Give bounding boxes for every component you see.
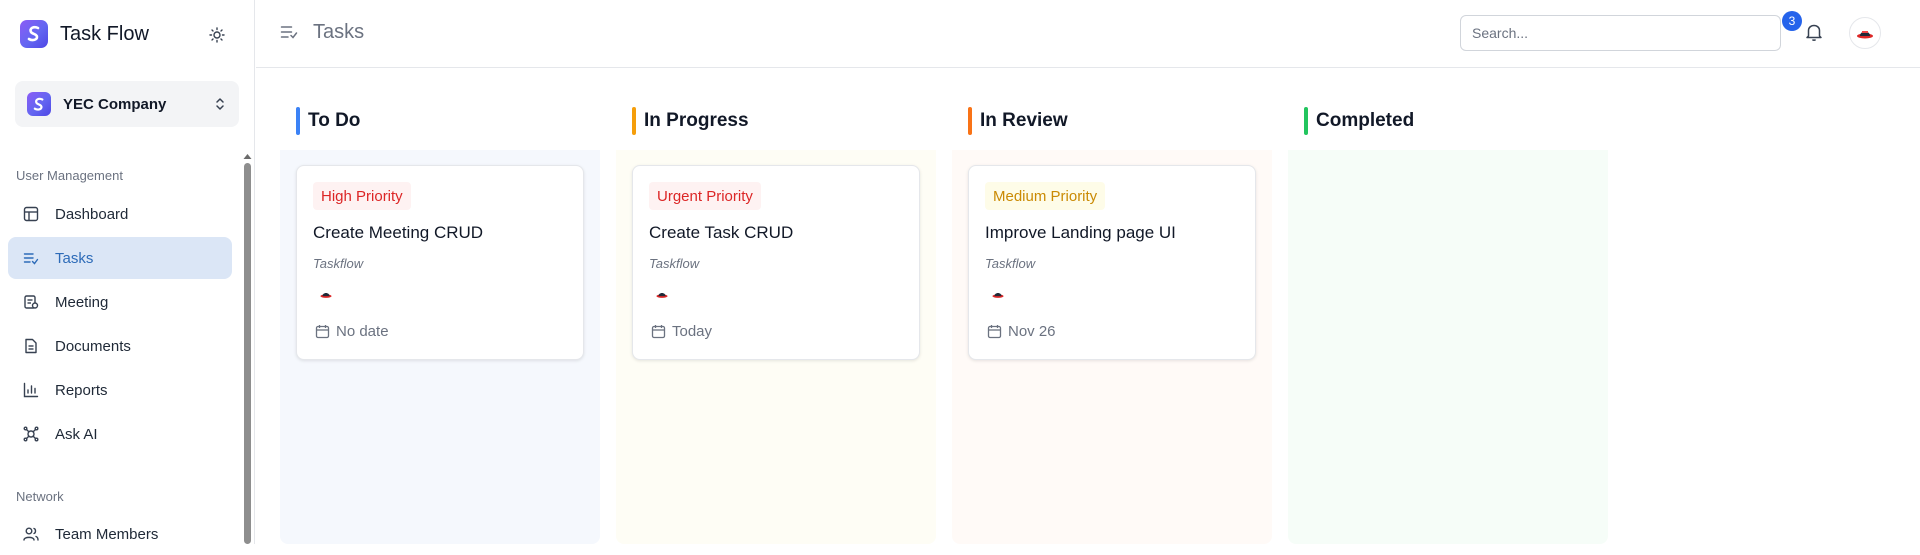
- task-project: Taskflow: [985, 256, 1036, 271]
- due-date-text: No date: [336, 323, 389, 340]
- sidebar-item-label: Dashboard: [55, 205, 129, 223]
- sidebar: Task Flow YEC Company User Management Da…: [0, 0, 255, 544]
- due-date-text: Nov 26: [1008, 323, 1056, 340]
- sidebar-item-label: Tasks: [55, 249, 94, 267]
- brand[interactable]: Task Flow: [20, 20, 149, 48]
- app-name: Task Flow: [60, 22, 149, 45]
- sidebar-item-dashboard[interactable]: Dashboard: [8, 193, 232, 235]
- assignee-avatar[interactable]: [653, 285, 671, 303]
- column-header: Completed: [1304, 107, 1414, 135]
- theme-toggle-sun-icon[interactable]: [206, 24, 228, 46]
- sidebar-item-label: Reports: [55, 381, 108, 399]
- top-header: Tasks 3: [256, 0, 1920, 68]
- dashboard-icon: [21, 204, 41, 224]
- priority-badge: Urgent Priority: [649, 182, 761, 210]
- sidebar-item-label: Team Members: [55, 525, 159, 543]
- sidebar-item-reports[interactable]: Reports: [8, 369, 232, 411]
- sidebar-scrollbar-thumb[interactable]: [244, 163, 251, 544]
- column-header: In Review: [968, 107, 1068, 135]
- column-completed: Completed: [1288, 88, 1608, 544]
- sidebar-item-label: Meeting: [55, 293, 109, 311]
- assignee-avatar[interactable]: [317, 285, 335, 303]
- sidebar-item-label: Ask AI: [55, 425, 98, 443]
- column-dropzone[interactable]: [1288, 150, 1608, 544]
- sidebar-item-meeting[interactable]: Meeting: [8, 281, 232, 323]
- due-date: Today: [651, 323, 712, 340]
- search-input[interactable]: [1460, 15, 1781, 51]
- sidebar-item-tasks[interactable]: Tasks: [8, 237, 232, 279]
- user-avatar[interactable]: [1849, 17, 1881, 49]
- ask-ai-icon: [21, 424, 41, 444]
- calendar-icon: [651, 324, 666, 339]
- tasks-icon: [21, 248, 41, 268]
- due-date-text: Today: [672, 323, 713, 340]
- due-date: Nov 26: [987, 323, 1056, 340]
- task-title: Improve Landing page UI: [985, 223, 1176, 242]
- documents-icon: [21, 336, 41, 356]
- column-accent-bar: [632, 107, 636, 135]
- reports-icon: [21, 380, 41, 400]
- team-members-icon: [21, 524, 41, 544]
- column-in-progress: In Progress Urgent Priority Create Task …: [616, 88, 936, 544]
- sidebar-item-ask-ai[interactable]: Ask AI: [8, 413, 232, 455]
- task-project: Taskflow: [649, 256, 700, 271]
- section-label-user-management: User Management: [16, 168, 123, 183]
- sidebar-item-team-members[interactable]: Team Members: [8, 513, 232, 555]
- calendar-icon: [315, 324, 330, 339]
- page-title: Tasks: [313, 21, 365, 43]
- column-title: To Do: [308, 110, 361, 131]
- sidebar-toggle-icon[interactable]: [280, 23, 300, 43]
- column-accent-bar: [1304, 107, 1308, 135]
- task-card[interactable]: Medium Priority Improve Landing page UI …: [968, 165, 1256, 360]
- task-project: Taskflow: [313, 256, 364, 271]
- priority-badge: High Priority: [313, 182, 411, 210]
- priority-badge: Medium Priority: [985, 182, 1106, 210]
- column-in-review: In Review Medium Priority Improve Landin…: [952, 88, 1272, 544]
- column-title: Completed: [1316, 110, 1415, 131]
- task-title: Create Meeting CRUD: [313, 223, 484, 242]
- notification-count-badge: 3: [1782, 11, 1802, 31]
- scroll-up-arrow-icon[interactable]: [243, 148, 252, 159]
- company-logo-icon: [27, 92, 51, 116]
- app-logo-icon: [20, 20, 48, 48]
- column-header: In Progress: [632, 107, 749, 135]
- sidebar-item-label: Documents: [55, 337, 131, 355]
- column-accent-bar: [296, 107, 300, 135]
- task-title: Create Task CRUD: [649, 223, 794, 242]
- column-header: To Do: [296, 107, 360, 135]
- meeting-icon: [21, 292, 41, 312]
- column-title: In Review: [980, 110, 1068, 131]
- column-accent-bar: [968, 107, 972, 135]
- task-card[interactable]: Urgent Priority Create Task CRUD Taskflo…: [632, 165, 920, 360]
- section-label-network: Network: [16, 489, 64, 504]
- notifications-bell-icon[interactable]: [1805, 22, 1825, 44]
- due-date: No date: [315, 323, 389, 340]
- company-name: YEC Company: [63, 95, 167, 113]
- company-switcher[interactable]: YEC Company: [15, 81, 239, 127]
- calendar-icon: [987, 324, 1002, 339]
- column-to-do: To Do High Priority Create Meeting CRUD …: [280, 88, 600, 544]
- task-card[interactable]: High Priority Create Meeting CRUD Taskfl…: [296, 165, 584, 360]
- sidebar-item-documents[interactable]: Documents: [8, 325, 232, 367]
- chevron-up-down-icon: [213, 95, 227, 113]
- assignee-avatar[interactable]: [989, 285, 1007, 303]
- column-title: In Progress: [644, 110, 749, 131]
